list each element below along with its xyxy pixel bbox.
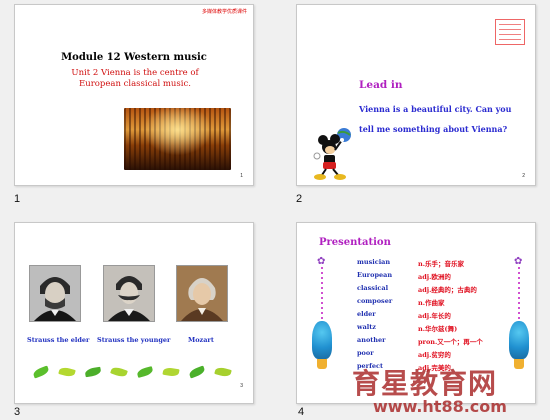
leaf-decoration bbox=[58, 366, 76, 378]
corner-banner: 多媒体教学优质课件 bbox=[201, 9, 247, 15]
mozart-portrait bbox=[176, 265, 228, 322]
lead-in-question: Vienna is a beautiful city. Can you tell… bbox=[359, 104, 512, 134]
vocab-word: classical bbox=[357, 284, 389, 292]
note-box bbox=[495, 19, 525, 45]
watermark-logo: 育星教育网 bbox=[352, 367, 498, 400]
vocab-word: musician bbox=[357, 258, 391, 266]
vocab-meaning: n.乐手；音乐家 bbox=[418, 260, 464, 268]
vocab-meaning: adj.年长的 bbox=[418, 312, 451, 320]
watermark-url: www.ht88.com bbox=[373, 397, 507, 416]
page-number: 3 bbox=[240, 383, 243, 389]
slide-number: 4 bbox=[298, 406, 305, 418]
vocab-meaning: adj.经典的；古典的 bbox=[418, 286, 477, 294]
slide-3-thumbnail[interactable]: Strauss the elder Strauss the younger Mo… bbox=[14, 222, 254, 404]
orchestra-photo bbox=[124, 108, 231, 170]
vocab-meaning: n.作曲家 bbox=[418, 299, 445, 307]
page-number: 2 bbox=[522, 173, 525, 179]
caption-strauss-younger: Strauss the younger bbox=[97, 336, 171, 344]
vocab-meaning: adj.欧洲的 bbox=[418, 273, 451, 281]
vocab-meaning: adj.贫穷的 bbox=[418, 351, 451, 359]
slide-title: Module 12 Western music bbox=[61, 52, 207, 63]
caption-strauss-elder: Strauss the elder bbox=[27, 336, 90, 344]
lead-in-heading: Lead in bbox=[359, 79, 403, 91]
vocab-meaning: n.华尔兹(舞) bbox=[418, 325, 458, 333]
vocab-word: composer bbox=[357, 297, 393, 305]
vocab-word: elder bbox=[357, 310, 376, 318]
slide-number: 2 bbox=[296, 193, 303, 205]
mickey-globe-icon bbox=[313, 128, 351, 180]
leaf-decoration bbox=[110, 365, 128, 379]
vocab-word: poor bbox=[357, 349, 374, 357]
flower-vase-icon bbox=[509, 321, 529, 369]
bow-icon: ✿ bbox=[317, 256, 326, 267]
vocab-word: waltz bbox=[357, 323, 376, 331]
slide-number: 1 bbox=[14, 193, 21, 205]
slide-subtitle: Unit 2 Vienna is the centre of European … bbox=[71, 68, 199, 89]
slide-number: 3 bbox=[14, 406, 21, 418]
vocab-word: another bbox=[357, 336, 386, 344]
page-number: 1 bbox=[240, 173, 243, 179]
leaf-decoration bbox=[136, 366, 154, 378]
slide-1-thumbnail[interactable]: 多媒体教学优质课件 Module 12 Western music Unit 2… bbox=[14, 4, 254, 186]
vocab-word: European bbox=[357, 271, 393, 279]
presentation-heading: Presentation bbox=[319, 237, 391, 248]
strauss-elder-portrait bbox=[29, 265, 81, 322]
leaf-decoration bbox=[32, 365, 50, 379]
flower-vase-icon bbox=[312, 321, 332, 369]
slide-2-thumbnail[interactable]: Lead in Vienna is a beautiful city. Can … bbox=[296, 4, 536, 186]
leaf-decoration bbox=[214, 366, 232, 378]
leaf-decoration bbox=[162, 366, 180, 378]
vocab-meaning: pron.又一个；再一个 bbox=[418, 338, 483, 346]
leaf-decoration bbox=[84, 366, 102, 378]
leaf-decoration bbox=[188, 365, 206, 379]
caption-mozart: Mozart bbox=[188, 336, 214, 344]
strauss-younger-portrait bbox=[103, 265, 155, 322]
bow-icon: ✿ bbox=[514, 256, 523, 267]
